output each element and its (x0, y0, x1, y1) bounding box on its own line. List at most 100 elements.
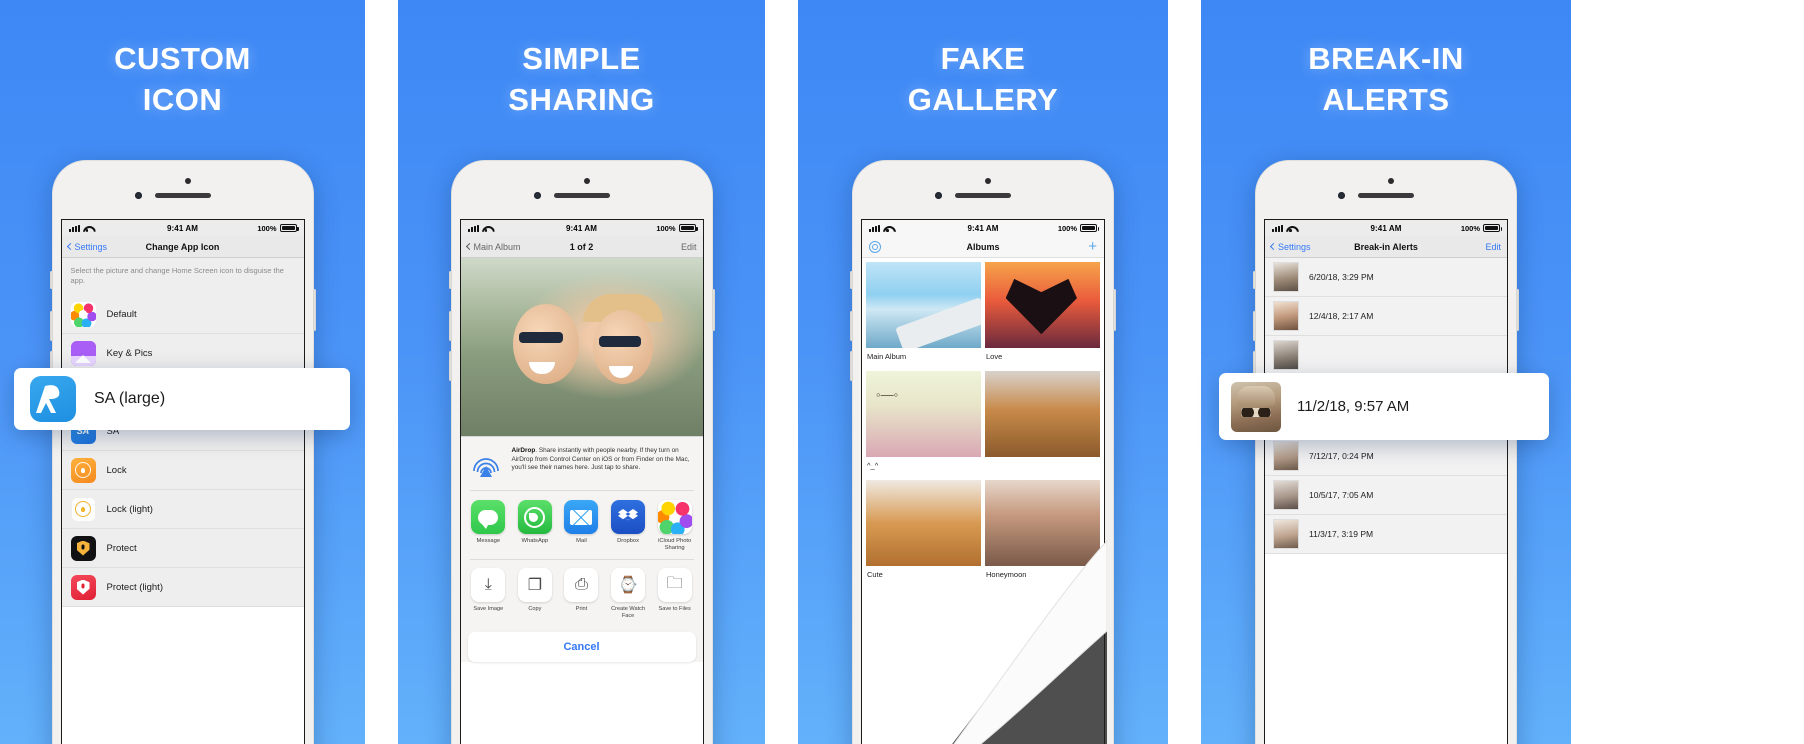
power-button[interactable] (711, 289, 715, 331)
earpiece-speaker (154, 193, 211, 198)
earpiece-speaker (553, 193, 610, 198)
share-apps-row: Message WhatsApp Mail Dropbox iCloud Pho… (461, 491, 703, 559)
mute-switch[interactable] (850, 271, 853, 289)
alert-row[interactable] (1265, 336, 1507, 375)
battery-icon (678, 224, 698, 232)
list-item[interactable]: Default (61, 295, 304, 334)
mute-switch[interactable] (1253, 271, 1256, 289)
panel-break-in-alerts: BREAK-IN ALERTS 9:41 AM 100% Settings Br… (1201, 0, 1571, 744)
album-label: ^_^ (867, 461, 879, 470)
album-label: Main Album (867, 352, 907, 361)
gear-icon[interactable] (869, 240, 881, 253)
highlight-callout-sa-large[interactable]: SA (large) (14, 368, 350, 430)
volume-up-button[interactable] (448, 311, 452, 341)
alert-row[interactable]: 7/12/17, 0:24 PM (1265, 437, 1507, 476)
volume-down-button[interactable] (448, 351, 452, 381)
panel-simple-sharing: SIMPLE SHARING 9:41 AM 100% Main Album 1… (398, 0, 765, 744)
list-item[interactable]: Protect (light) (61, 568, 304, 607)
share-target-icloud-photo-sharing[interactable]: iCloud Photo Sharing (655, 500, 695, 552)
volume-up-button[interactable] (49, 311, 53, 341)
status-bar: 9:41 AM 100% (61, 220, 304, 236)
phone-screen: 9:41 AM 100% Main Album 1 of 2 Edit AirD… (459, 219, 704, 744)
lock-icon (70, 457, 96, 483)
back-button[interactable]: Settings (1269, 241, 1311, 252)
protect-icon (70, 535, 96, 561)
lock-light-icon (70, 496, 96, 522)
action-save-to-files[interactable]: 🗀 Save to Files (655, 568, 695, 619)
list-item[interactable]: Protect (61, 529, 304, 568)
album-item[interactable] (985, 371, 1100, 476)
alert-timestamp: 11/3/17, 3:19 PM (1309, 529, 1374, 539)
back-button[interactable]: Settings (66, 242, 107, 252)
nav-bar: Settings Break-in Alerts Edit (1265, 236, 1507, 258)
front-camera-icon (533, 192, 541, 199)
alert-row[interactable]: 10/5/17, 7:05 AM (1265, 476, 1507, 515)
whatsapp-icon (517, 500, 552, 534)
panel-headline: FAKE GALLERY (907, 41, 1059, 117)
volume-up-button[interactable] (850, 311, 853, 341)
chevron-left-icon (465, 242, 473, 251)
alert-signal-waves-icon (1178, 354, 1202, 378)
mute-switch[interactable] (49, 271, 53, 289)
front-camera-icon (1338, 192, 1345, 199)
alert-row[interactable]: 11/3/17, 3:19 PM (1265, 515, 1507, 554)
album-label: Love (986, 352, 1003, 361)
album-item[interactable]: Main Album (866, 262, 981, 367)
back-label: Settings (1278, 241, 1311, 252)
action-save-image[interactable]: ⤓ Save Image (469, 568, 509, 619)
album-label (985, 457, 1100, 467)
power-button[interactable] (1113, 289, 1116, 331)
front-camera-icon (134, 192, 142, 199)
panel-custom-icon: CUSTOM ICON 9:41 AM 100% Settings Change… (0, 0, 365, 744)
intruder-photo-3 (1273, 340, 1299, 370)
action-create-watch-face[interactable]: ⌚ Create Watch Face (608, 568, 648, 619)
chevron-left-icon (1269, 242, 1278, 251)
highlight-callout-latest-alert[interactable]: 11/2/18, 9:57 AM (1219, 373, 1549, 440)
list-item[interactable]: Lock (61, 451, 304, 490)
back-label: Main Album (473, 241, 521, 252)
key-pics-icon (70, 340, 96, 366)
plus-icon[interactable]: + (1088, 239, 1097, 254)
action-print[interactable]: ⎙ Print (562, 568, 602, 619)
battery-icon (279, 224, 299, 232)
earpiece-speaker (955, 193, 1011, 198)
power-button[interactable] (312, 289, 316, 331)
callout-label: 11/2/18, 9:57 AM (1297, 398, 1410, 415)
action-copy[interactable]: ❐ Copy (515, 568, 555, 619)
edit-button[interactable]: Edit (681, 242, 697, 252)
album-item[interactable]: Cute (866, 480, 981, 585)
list-item-label: Protect (106, 542, 137, 554)
share-target-message[interactable]: Message (469, 500, 509, 552)
front-sensor-icon (184, 178, 191, 184)
action-label: Print (575, 606, 588, 612)
album-item[interactable]: ^_^ (866, 371, 981, 476)
alert-row[interactable]: 6/20/18, 3:29 PM (1265, 258, 1507, 297)
back-button[interactable]: Main Album (465, 241, 521, 252)
chevron-left-icon (66, 242, 74, 251)
action-label: Copy (528, 606, 542, 612)
protect-light-icon (70, 574, 96, 600)
share-target-whatsapp[interactable]: WhatsApp (515, 500, 555, 552)
share-target-mail[interactable]: Mail (562, 500, 602, 552)
front-sensor-icon (985, 178, 991, 184)
edit-button[interactable]: Edit (1485, 242, 1501, 252)
airdrop-icon (470, 449, 502, 481)
album-item[interactable]: Honeymoon (985, 480, 1100, 585)
alert-row[interactable]: 12/4/18, 2:17 AM (1265, 297, 1507, 336)
list-item[interactable]: Lock (light) (61, 490, 304, 529)
share-target-dropbox[interactable]: Dropbox (608, 500, 648, 552)
heart-hands-sunset-photo (985, 262, 1100, 348)
messages-icon (471, 500, 506, 534)
albums-grid: Main Album Love ^_^ (862, 258, 1104, 589)
volume-down-button[interactable] (850, 351, 853, 381)
status-bar: 9:41 AM 100% (460, 220, 703, 236)
battery-icon (1080, 224, 1099, 232)
album-item[interactable]: Love (985, 262, 1100, 367)
power-button[interactable] (1516, 289, 1519, 331)
volume-up-button[interactable] (1253, 311, 1256, 341)
mute-switch[interactable] (448, 271, 452, 289)
nav-bar: Albums + (862, 236, 1104, 258)
airdrop-body: . Share instantly with people nearby. If… (511, 447, 690, 472)
cancel-button[interactable]: Cancel (467, 632, 696, 662)
action-label: Create Watch Face (611, 606, 646, 619)
